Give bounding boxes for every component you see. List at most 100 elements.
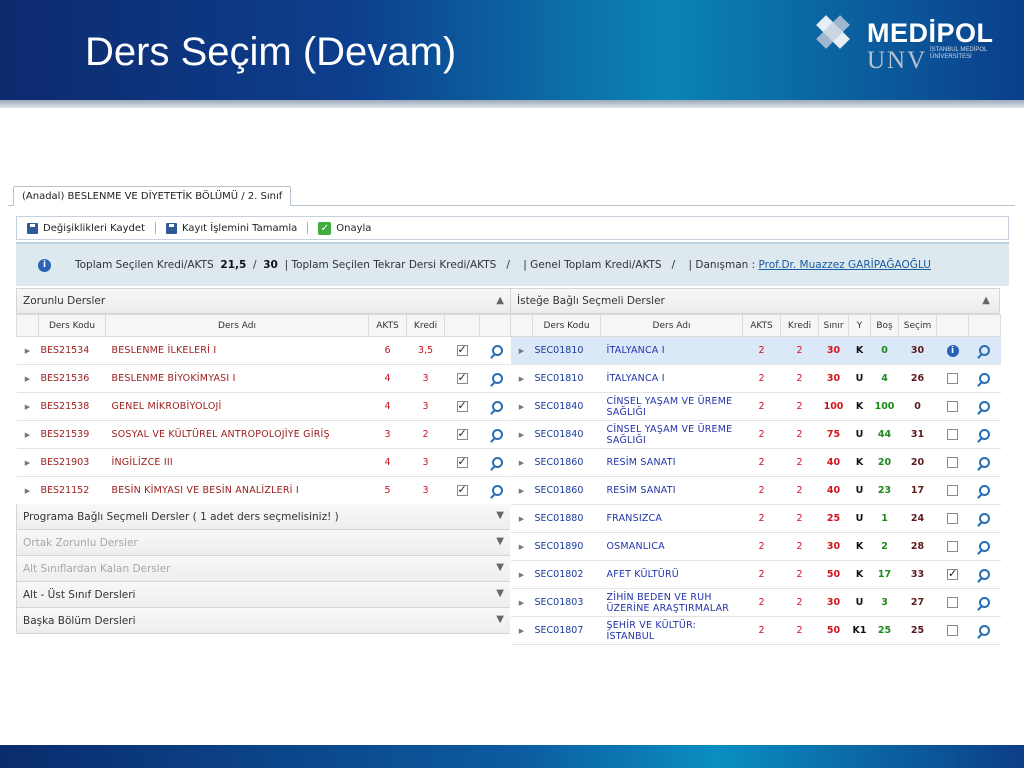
accordion-section[interactable]: Programa Bağlı Seçmeli Dersler ( 1 adet … [16,504,514,530]
course-selected: 28 [898,532,937,561]
col-selected[interactable]: Seçim [898,314,937,337]
expand-arrow-icon[interactable]: ▶ [16,476,39,505]
accordion-section[interactable]: Alt - Üst Sınıf Dersleri ▼ [16,582,514,608]
magnifier-icon[interactable] [491,345,503,356]
table-row[interactable]: ▶ BES21534 BESLENME İLKELERİ I 6 3,5 [16,336,515,365]
checkbox[interactable] [947,457,958,468]
advisor-link[interactable]: Prof.Dr. Muazzez GARİPAĞAOĞLU [759,259,931,271]
col-code[interactable]: Ders Kodu [532,314,601,337]
checkbox[interactable] [456,343,468,356]
expand-arrow-icon[interactable]: ▶ [510,448,533,477]
chevron-down-icon[interactable]: ▼ [496,510,504,521]
expand-arrow-icon[interactable]: ▶ [16,420,39,449]
magnifier-icon[interactable] [491,457,503,468]
chevron-down-icon[interactable]: ▼ [496,562,504,573]
table-row[interactable]: ▶ SEC01803 ZİHİN BEDEN VE RUH ÜZERİNE ARAŞ… [510,588,1001,617]
expand-arrow-icon[interactable]: ▶ [510,364,533,393]
expand-arrow-icon[interactable]: ▶ [16,392,39,421]
table-row[interactable]: ▶ SEC01810 İTALYANCA I 2 2 30 K 0 30 i [510,336,1001,365]
expand-arrow-icon[interactable]: ▶ [510,336,533,365]
mandatory-panel-header[interactable]: Zorunlu Dersler ▲ [16,288,514,314]
expand-arrow-icon[interactable]: ▶ [510,504,533,533]
info-icon[interactable]: i [946,344,959,357]
expand-arrow-icon[interactable]: ▶ [510,560,533,589]
accordion-section[interactable]: Alt Sınıflardan Kalan Dersler ▼ [16,556,514,582]
magnifier-icon[interactable] [979,345,990,356]
checkbox[interactable] [947,597,958,608]
table-row[interactable]: ▶ BES21536 BESLENME BİYOKİMYASI I43 [16,364,515,393]
table-row[interactable]: ▶ SEC01860 RESİM SANATI 2 2 40 K 20 20 [510,448,1001,477]
accordion-section[interactable]: Başka Bölüm Dersleri ▼ [16,608,514,634]
expand-arrow-icon[interactable]: ▶ [510,616,533,645]
checkbox[interactable] [947,401,958,412]
chevron-up-icon[interactable]: ▲ [982,295,990,306]
expand-arrow-icon[interactable]: ▶ [510,392,533,421]
tab-program[interactable]: (Anadal) BESLENME VE DİYETETİK BÖLÜMÜ / … [13,186,292,206]
magnifier-icon[interactable] [491,429,503,440]
expand-arrow-icon[interactable]: ▶ [510,532,533,561]
approve-button[interactable]: ✓ Onayla [318,221,371,235]
checkbox[interactable] [947,373,958,384]
col-code[interactable]: Ders Kodu [38,314,106,337]
magnifier-icon[interactable] [979,457,990,468]
expand-arrow-icon[interactable]: ▶ [16,364,39,393]
magnifier-icon[interactable] [979,541,990,552]
checkbox[interactable] [456,371,468,384]
checkbox[interactable] [947,625,958,636]
complete-registration-button[interactable]: Kayıt İşlemini Tamamla [165,222,297,234]
magnifier-icon[interactable] [979,373,990,384]
table-row[interactable]: ▶ SEC01810 İTALYANCA I 2 2 30 U 4 26 [510,364,1001,393]
magnifier-icon[interactable] [491,401,503,412]
col-free[interactable]: Boş [870,314,899,337]
magnifier-icon[interactable] [979,485,990,496]
checkbox[interactable] [456,399,468,412]
table-row[interactable]: ▶ SEC01860 RESİM SANATI 2 2 40 U 23 17 [510,476,1001,505]
magnifier-icon[interactable] [979,401,990,412]
checkbox[interactable] [947,429,958,440]
table-row[interactable]: ▶ SEC01807 ŞEHİR VE KÜLTÜR: İSTANBUL 2 2 50 K1… [510,616,1001,645]
checkbox[interactable] [456,483,468,496]
table-row[interactable]: ▶ SEC01802 AFET KÜLTÜRÜ 2 2 50 K 17 33 [510,560,1001,589]
checkbox[interactable] [947,485,958,496]
table-row[interactable]: ▶ BES21903 İNGİLİZCE III 4 3 [16,448,515,477]
magnifier-icon[interactable] [979,429,990,440]
elective-panel-header[interactable]: İsteğe Bağlı Seçmeli Dersler ▲ [510,288,1000,314]
expand-arrow-icon[interactable]: ▶ [510,420,533,449]
table-row[interactable]: ▶ BES21539 SOSYAL VE KÜLTÜREL ANTROPOLOJİY… [16,420,515,449]
save-changes-button[interactable]: Değişiklikleri Kaydet [27,222,145,234]
col-akts[interactable]: AKTS [368,314,407,337]
col-y[interactable]: Y [848,314,871,337]
expand-arrow-icon[interactable]: ▶ [510,476,533,505]
chevron-down-icon[interactable]: ▼ [496,536,504,547]
col-kredi[interactable]: Kredi [780,314,819,337]
magnifier-icon[interactable] [979,569,990,580]
col-akts[interactable]: AKTS [742,314,781,337]
col-name[interactable]: Ders Adı [105,314,369,337]
table-row[interactable]: ▶ BES21538 GENEL MİKROBİYOLOJİ 4 3 [16,392,515,421]
magnifier-icon[interactable] [979,513,990,524]
magnifier-icon[interactable] [979,625,990,636]
col-name[interactable]: Ders Adı [600,314,743,337]
accordion-section[interactable]: Ortak Zorunlu Dersler ▼ [16,530,514,556]
checkbox[interactable] [456,455,468,468]
table-row[interactable]: ▶ SEC01840 CİNSEL YAŞAM VE ÜREME SAĞLIĞI 2 2… [510,420,1001,449]
checkbox[interactable] [947,567,958,580]
table-row[interactable]: ▶ SEC01890 OSMANLICA 2 2 30 K 2 28 [510,532,1001,561]
col-limit[interactable]: Sınır [818,314,849,337]
table-row[interactable]: ▶ SEC01840 CİNSEL YAŞAM VE ÜREME SAĞLIĞI 2 2… [510,392,1001,421]
chevron-down-icon[interactable]: ▼ [496,614,504,625]
expand-arrow-icon[interactable]: ▶ [16,448,39,477]
table-row[interactable]: ▶ SEC01880 FRANSIZCA 2 2 25 U 1 24 [510,504,1001,533]
chevron-down-icon[interactable]: ▼ [496,588,504,599]
checkbox[interactable] [456,427,468,440]
magnifier-icon[interactable] [491,373,503,384]
chevron-up-icon[interactable]: ▲ [496,295,504,306]
col-kredi[interactable]: Kredi [406,314,445,337]
checkbox[interactable] [947,541,958,552]
expand-arrow-icon[interactable]: ▶ [16,336,39,365]
table-row[interactable]: ▶ BES21152 BESİN KİMYASI VE BESİN ANALİZLE… [16,476,515,505]
expand-arrow-icon[interactable]: ▶ [510,588,533,617]
magnifier-icon[interactable] [491,485,503,496]
magnifier-icon[interactable] [979,597,990,608]
checkbox[interactable] [947,513,958,524]
